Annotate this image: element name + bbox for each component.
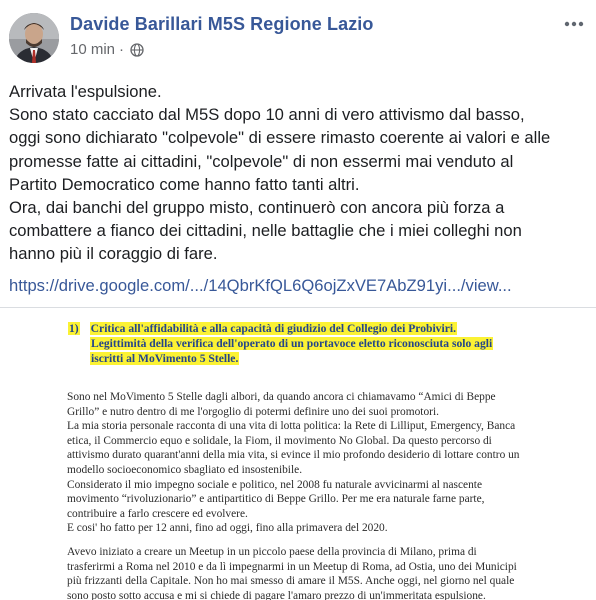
heading-number: 1)	[68, 322, 80, 335]
document-line: trasferirmi a Roma nel 2010 e da lì impe…	[67, 560, 517, 573]
heading-line: iscritti al MoVimento 5 Stelle.	[90, 352, 240, 365]
heading-line: Critica all'affidabilità e alla capacità…	[89, 322, 457, 335]
document-heading: 1) Critica all'affidabilità e alla capaci…	[68, 321, 538, 366]
document-line: etica, il Commercio equo e solidale, la …	[67, 434, 492, 447]
post-text: Arrivata l'espulsione. Sono stato caccia…	[9, 80, 589, 266]
timestamp[interactable]: 10 min	[70, 41, 115, 58]
author-name[interactable]: Davide Barillari M5S Regione Lazio	[70, 14, 374, 35]
document-line: attivismo durato quarant'anni della mia …	[67, 449, 520, 462]
document-line: movimento “rivoluzionario” e antipartiti…	[67, 493, 485, 506]
heading-line: Legittimità della verifica dell'operato …	[90, 337, 494, 350]
globe-icon[interactable]	[130, 42, 144, 57]
post-text-line: Sono stato cacciato dal M5S dopo 10 anni…	[9, 105, 525, 125]
document-line: sono posto sotto accusa e mi si chiede d…	[67, 589, 486, 600]
post-text-line: combattere a fianco dei cittadini, nelle…	[9, 221, 522, 241]
shared-link[interactable]: https://drive.google.com/.../14QbrKfQL6Q…	[9, 276, 512, 296]
document-line: modello socioeconomico sbagliato ed inso…	[67, 463, 303, 476]
post-meta: 10 min ·	[70, 41, 144, 58]
profile-photo	[9, 13, 59, 63]
post-text-line: promesse fatte ai cittadini, "colpevole"…	[9, 151, 514, 171]
document-line: contribuire a farlo crescere ed evolvere…	[67, 507, 248, 520]
post-text-line: Arrivata l'espulsione.	[9, 82, 162, 101]
meta-separator: ·	[119, 41, 125, 58]
document-paragraph: Avevo iniziato a creare un Meetup in un …	[67, 545, 537, 600]
facebook-post: Davide Barillari M5S Regione Lazio 10 mi…	[0, 0, 596, 600]
document-line: E cosi' ho fatto per 12 anni, fino ad og…	[67, 522, 388, 535]
document-line: più frizzanti della Capitale. Non ho mai…	[67, 575, 515, 588]
document-line: Avevo iniziato a creare un Meetup in un …	[67, 546, 477, 558]
post-text-line: Ora, dai banchi del gruppo misto, contin…	[9, 198, 505, 218]
post-text-line: hanno più il coraggio di fare.	[9, 244, 218, 264]
post-text-line: oggi sono dichiarato "colpevole" di esse…	[9, 128, 551, 148]
document-line: La mia storia personale racconta di una …	[67, 420, 516, 433]
document-paragraph: Sono nel MoVimento 5 Stelle dagli albori…	[67, 390, 537, 536]
document-line: Grillo” e nutro dentro di me l'orgoglio …	[67, 405, 439, 418]
document-attachment[interactable]: 1) Critica all'affidabilità e alla capaci…	[0, 307, 596, 600]
more-options-icon[interactable]	[564, 14, 584, 34]
avatar[interactable]	[9, 13, 59, 63]
document-line: Considerato il mio impegno sociale e pol…	[67, 478, 483, 491]
document-line: Sono nel MoVimento 5 Stelle dagli albori…	[67, 391, 496, 403]
post-text-line: Partito Democratico come hanno fatto tan…	[9, 174, 360, 194]
